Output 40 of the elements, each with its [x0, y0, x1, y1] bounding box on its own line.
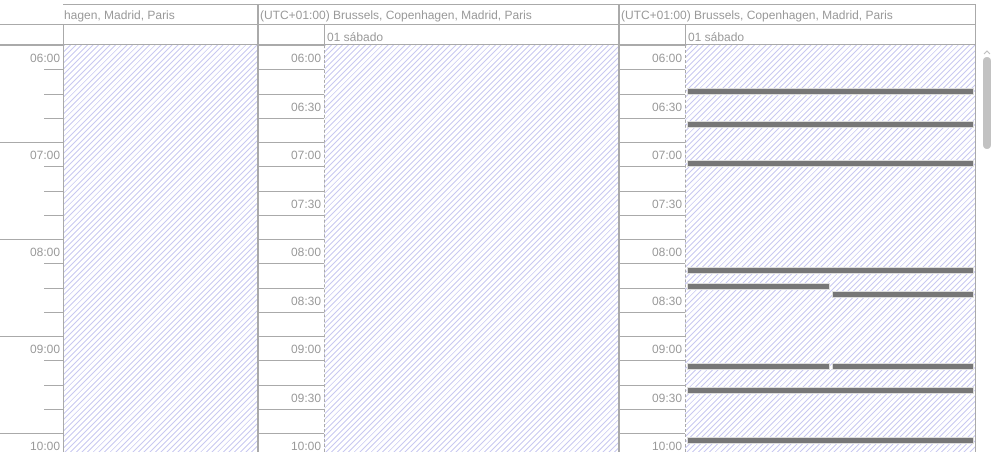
event-bar[interactable] — [687, 283, 830, 290]
time-label: 06:00 — [290, 52, 321, 64]
event-bar[interactable] — [832, 291, 974, 298]
event-bar[interactable] — [687, 387, 974, 394]
scroll-up-icon[interactable] — [983, 50, 991, 55]
scrollbar-thumb[interactable] — [983, 57, 991, 149]
day-label: 01 sábado — [327, 30, 384, 44]
time-label: 09:00 — [652, 343, 682, 355]
time-label: 08:00 — [30, 246, 60, 258]
event-bar[interactable] — [687, 363, 830, 370]
time-label: 08:00 — [290, 246, 321, 258]
time-label: 09:30 — [290, 392, 321, 404]
time-label: 07:30 — [290, 198, 321, 210]
event-bar[interactable] — [687, 160, 974, 167]
timezone-label: (UTC+01:00) Brussels, Copenhagen, Madrid, Paris — [260, 8, 532, 22]
time-label: 10:00 — [290, 440, 321, 452]
timezone-label: hagen, Madrid, Paris — [64, 8, 175, 22]
time-label: 06:30 — [290, 100, 321, 112]
time-label: 08:00 — [652, 246, 682, 258]
day-label: 01 sábado — [688, 30, 744, 44]
time-label: 10:00 — [30, 440, 60, 452]
event-bar[interactable] — [687, 88, 974, 95]
time-label: 09:00 — [30, 343, 60, 355]
event-bar[interactable] — [832, 363, 974, 370]
timezone-label: (UTC+01:00) Brussels, Copenhagen, Madrid, Paris — [621, 8, 893, 22]
time-label: 08:30 — [652, 294, 682, 306]
time-label: 09:00 — [290, 343, 321, 355]
time-label: 09:30 — [652, 392, 682, 404]
time-label: 07:30 — [652, 198, 682, 210]
time-label: 07:00 — [30, 149, 60, 161]
event-bar[interactable] — [687, 267, 974, 274]
event-bar[interactable] — [687, 121, 974, 128]
time-label: 07:00 — [652, 149, 682, 161]
event-bar[interactable] — [687, 437, 974, 444]
time-label: 06:30 — [652, 100, 682, 112]
time-label: 06:00 — [30, 52, 60, 64]
time-label: 07:00 — [290, 149, 321, 161]
time-label: 06:00 — [652, 52, 682, 64]
time-label: 08:30 — [290, 294, 321, 306]
time-label: 10:00 — [652, 440, 682, 452]
